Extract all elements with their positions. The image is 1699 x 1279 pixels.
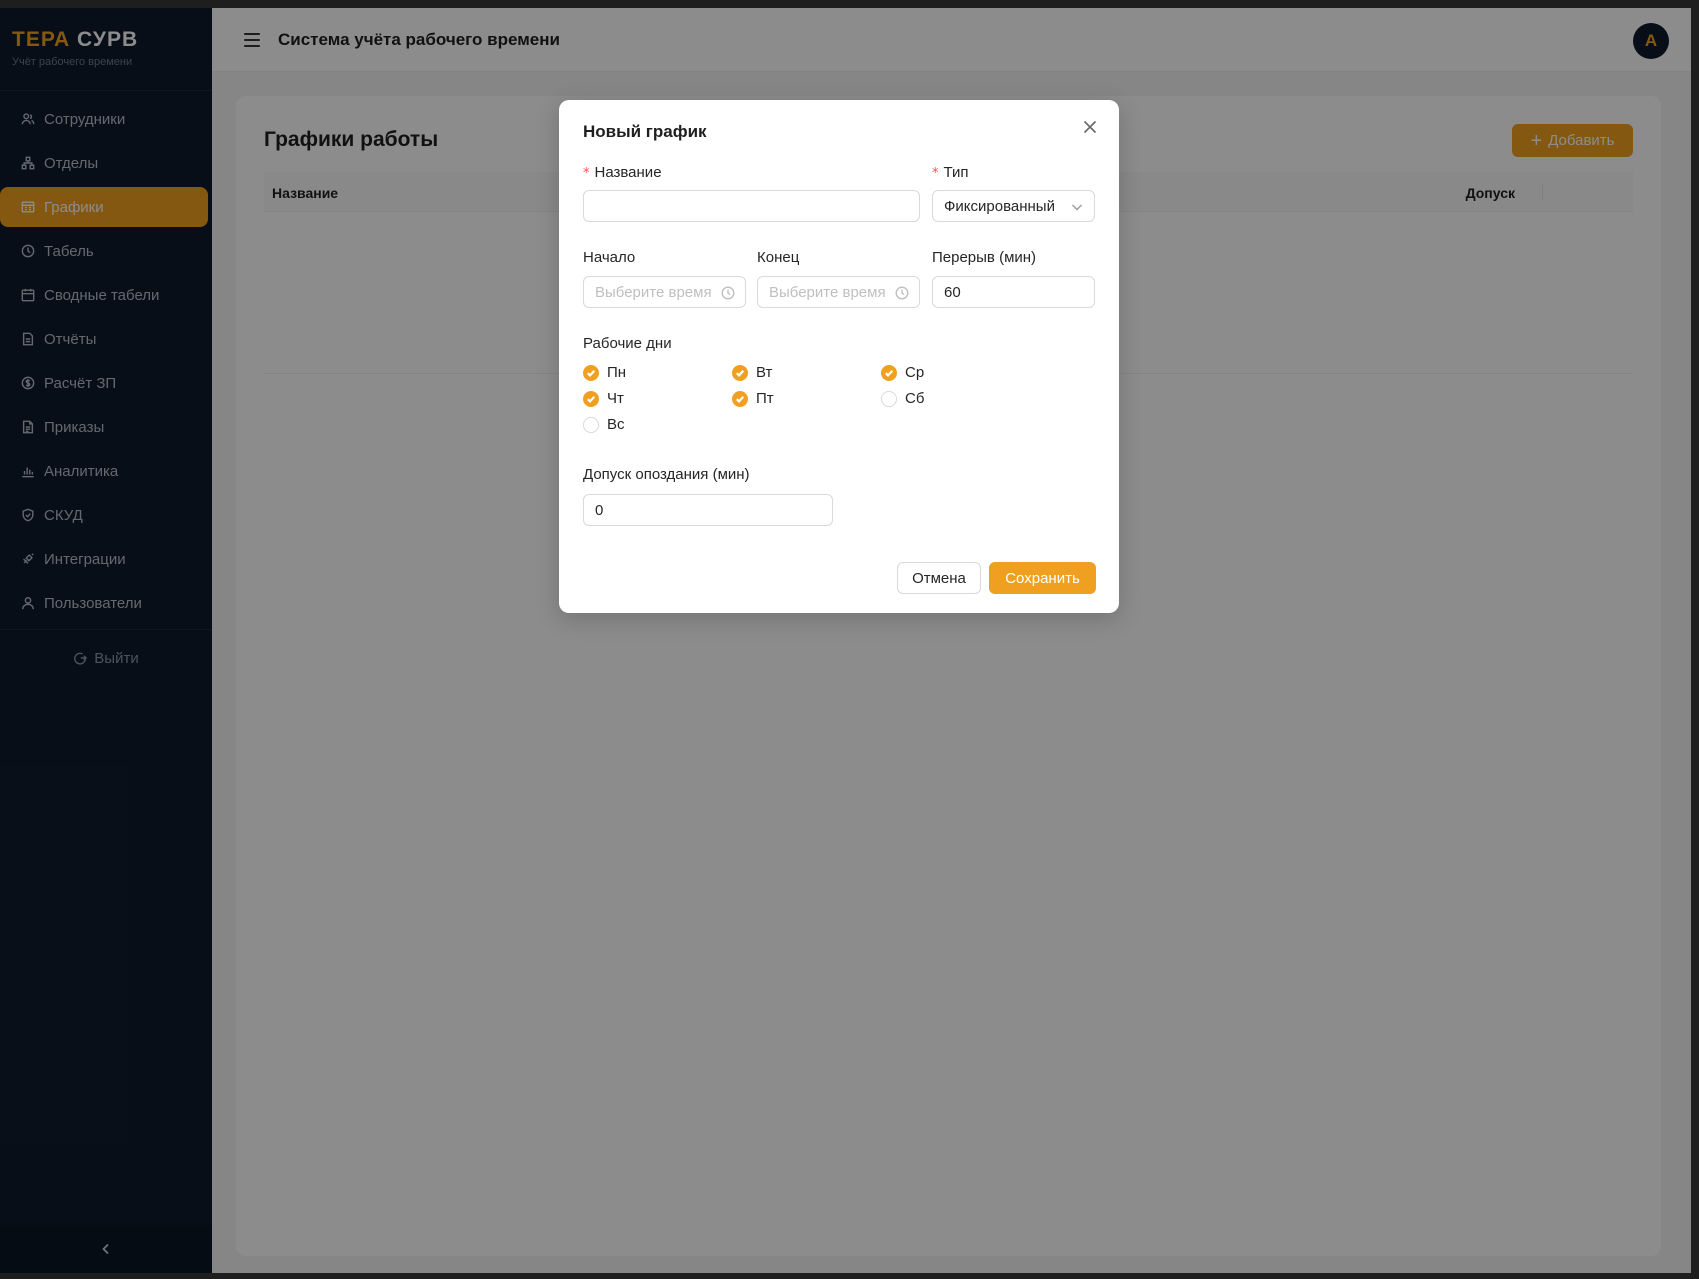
checkbox-label: Пн	[607, 364, 627, 381]
checkbox-label: Вс	[607, 416, 625, 433]
type-select-value: Фиксированный	[944, 197, 1055, 215]
checkbox-wed[interactable]: Ср	[881, 364, 924, 381]
required-mark: *	[932, 166, 939, 181]
late-tolerance-label: Допуск опоздания (мин)	[583, 466, 750, 483]
required-mark: *	[583, 166, 590, 181]
checkbox-unchecked	[881, 390, 897, 407]
checkbox-tue[interactable]: Вт	[732, 364, 772, 381]
close-button[interactable]	[1081, 118, 1099, 136]
checkbox-label: Сб	[905, 390, 925, 407]
clock-icon	[895, 286, 909, 300]
checkbox-mon[interactable]: Пн	[583, 364, 626, 381]
end-time-placeholder: Выберите время	[769, 283, 886, 301]
checkbox-unchecked	[583, 416, 599, 433]
new-schedule-modal: Новый график * Название * Тип Фиксированны…	[559, 100, 1119, 613]
close-icon	[1083, 120, 1097, 134]
checkbox-sun[interactable]: Вс	[583, 416, 625, 433]
type-select[interactable]: Фиксированный	[932, 190, 1095, 222]
name-label-text: Название	[594, 164, 662, 181]
checkbox-label: Пт	[756, 390, 774, 407]
checkbox-sat[interactable]: Сб	[881, 390, 924, 407]
end-time-picker[interactable]: Выберите время	[757, 276, 920, 308]
name-input[interactable]	[583, 190, 920, 222]
checkbox-checked	[732, 364, 748, 381]
late-tolerance-input[interactable]	[583, 494, 833, 526]
checkbox-label: Вт	[756, 364, 773, 381]
type-label-text: Тип	[943, 164, 969, 181]
name-label: * Название	[583, 164, 662, 181]
checkbox-checked	[583, 390, 599, 407]
save-button[interactable]: Сохранить	[989, 562, 1096, 594]
checkbox-label: Чт	[607, 390, 624, 407]
cancel-button[interactable]: Отмена	[897, 562, 981, 594]
type-label: * Тип	[932, 164, 969, 181]
start-time-picker[interactable]: Выберите время	[583, 276, 746, 308]
checkbox-thu[interactable]: Чт	[583, 390, 624, 407]
window-frame-top	[0, 0, 1699, 8]
chevron-down-icon	[1070, 200, 1084, 214]
workdays-label: Рабочие дни	[583, 335, 672, 352]
checkbox-fri[interactable]: Пт	[732, 390, 774, 407]
checkbox-checked	[881, 364, 897, 381]
clock-icon	[721, 286, 735, 300]
start-time-placeholder: Выберите время	[595, 283, 712, 301]
break-label: Перерыв (мин)	[932, 249, 1037, 266]
checkbox-checked	[732, 390, 748, 407]
end-label: Конец	[757, 249, 800, 266]
start-label: Начало	[583, 249, 636, 266]
break-input[interactable]	[932, 276, 1095, 308]
modal-title: Новый график	[583, 122, 707, 141]
checkbox-label: Ср	[905, 364, 925, 381]
checkbox-checked	[583, 364, 599, 381]
window-frame-bottom	[0, 1273, 1699, 1279]
window-frame-right	[1691, 0, 1699, 1279]
